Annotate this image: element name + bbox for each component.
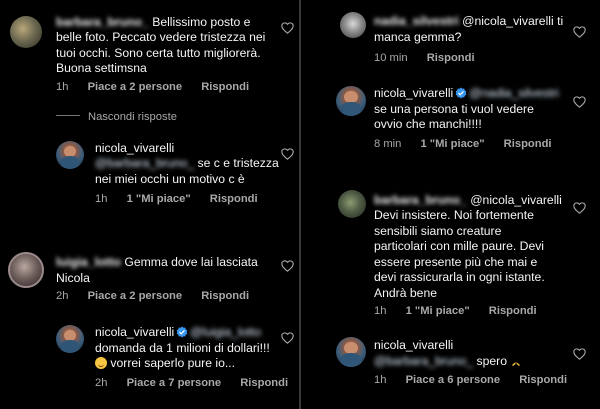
comment-time: 1h: [374, 305, 387, 317]
comment-text-line: sensibili siamo creature: [374, 224, 502, 238]
comment-text-line: @nicola_vivarelli ti: [462, 14, 564, 28]
comment-text-line: spero: [476, 354, 508, 368]
comment-text-line: Devi insistere. Noi fortemente: [374, 208, 534, 222]
reply-button[interactable]: Rispondi: [427, 52, 475, 64]
mention-link[interactable]: @luigia_lotto: [190, 325, 261, 339]
comment-text-line: manca gemma?: [374, 30, 462, 44]
comment-username[interactable]: luigia_lotto: [56, 255, 121, 269]
comment-text-line: se c e tristezza: [197, 156, 279, 170]
comment-meta: 2h Piace a 7 persone Rispondi: [95, 377, 304, 389]
heart-icon[interactable]: [281, 332, 294, 344]
comment-time: 1h: [374, 374, 387, 386]
verified-badge-icon: [176, 326, 188, 338]
comment-meta: 2h Piace a 2 persone Rispondi: [56, 290, 265, 302]
comment-meta: 1h Piace a 2 persone Rispondi: [56, 81, 265, 93]
comment-meta: 1h Piace a 6 persone Rispondi: [374, 374, 583, 386]
comment-meta: 1h 1 "Mi piace" Rispondi: [374, 305, 553, 317]
reply-button[interactable]: Rispondi: [489, 305, 537, 317]
comment-meta: 10 min Rispondi: [374, 52, 491, 64]
comment-text-line: Bellissimo posto e: [152, 15, 251, 29]
likes-count-button[interactable]: 1 "Mi piace": [420, 138, 484, 150]
likes-count-button[interactable]: 1 "Mi piace": [406, 305, 470, 317]
hide-replies-line: [56, 115, 80, 116]
likes-count-button[interactable]: Piace a 7 persone: [127, 377, 222, 389]
heart-icon[interactable]: [573, 96, 586, 108]
comment-text-line: devi rassicurarla in ogni istante.: [374, 270, 545, 284]
likes-count-button[interactable]: 1 "Mi piace": [127, 193, 191, 205]
comment-meta: 8 min 1 "Mi piace" Rispondi: [374, 138, 568, 150]
comment-time: 1h: [95, 193, 108, 205]
comment-time: 8 min: [374, 138, 402, 150]
avatar[interactable]: [340, 12, 366, 38]
avatar[interactable]: [336, 86, 366, 116]
mention-link[interactable]: @barbara_bruno_: [95, 156, 194, 170]
panel-divider: [299, 0, 301, 409]
comment-text-line: Nicola: [56, 271, 90, 285]
verified-badge-icon: [455, 87, 467, 99]
heart-icon[interactable]: [281, 260, 294, 272]
comment-text-line: Gemma dove lai lasciata: [124, 255, 258, 269]
smile-emoji: [95, 357, 107, 369]
comment-username[interactable]: nicola_vivarelli: [374, 86, 453, 100]
comment-text-line: particolari con mille paure. Devi: [374, 239, 545, 253]
mention-link[interactable]: @nadia_silvestri: [469, 86, 559, 100]
comment-text-line: nei miei occhi un motivo c è: [95, 172, 245, 186]
heart-icon[interactable]: [573, 348, 586, 360]
comment-time: 2h: [56, 290, 69, 302]
heart-icon[interactable]: [281, 148, 294, 160]
comment-time: 10 min: [374, 52, 408, 64]
heart-icon[interactable]: [281, 22, 294, 34]
comment-username[interactable]: nicola_vivarelli: [374, 338, 453, 354]
comment-text-line: Andrà bene: [374, 286, 438, 300]
avatar[interactable]: [56, 141, 84, 169]
comment-time: 2h: [95, 377, 108, 389]
reply-button[interactable]: Rispondi: [240, 377, 288, 389]
avatar[interactable]: [338, 190, 366, 218]
comment-text-line: ovvio che manchi!!!!: [374, 117, 482, 131]
likes-count-button[interactable]: Piace a 2 persone: [88, 290, 183, 302]
avatar[interactable]: [10, 16, 42, 48]
comment-text-line: belle foto. Peccato vedere tristezza nei: [56, 30, 266, 44]
mention-link[interactable]: @barbara_bruno_: [374, 354, 473, 368]
comment-text-line: @nicola_vivarelli: [470, 193, 562, 207]
reply-button[interactable]: Rispondi: [504, 138, 552, 150]
comment-username[interactable]: nadia_silvestri: [374, 14, 459, 28]
avatar[interactable]: [56, 325, 84, 353]
comment-text-line: essere presente più che mai e: [374, 255, 538, 269]
heart-icon[interactable]: [573, 202, 586, 214]
comment-text-line: domanda da 1 milioni di dollari!!!: [95, 341, 270, 355]
likes-count-button[interactable]: Piace a 6 persone: [406, 374, 501, 386]
praying-hands-emoji: [512, 356, 521, 366]
comment-username[interactable]: nicola_vivarelli: [95, 325, 174, 339]
reply-button[interactable]: Rispondi: [201, 290, 249, 302]
comment-text-line: se una persona ti vuol vedere: [374, 102, 534, 116]
avatar[interactable]: [8, 252, 44, 288]
heart-icon[interactable]: [573, 26, 586, 38]
reply-button[interactable]: Rispondi: [201, 81, 249, 93]
comment-username[interactable]: barbara_bruno_: [56, 15, 149, 29]
avatar[interactable]: [336, 337, 366, 367]
comment-text-line: vorrei saperlo pure io...: [110, 356, 236, 370]
comment-text-line: tuoi occhi. Sono certa tutto migliorerà.: [56, 46, 261, 60]
comment-meta: 1h 1 "Mi piace" Rispondi: [95, 193, 274, 205]
likes-count-button[interactable]: Piace a 2 persone: [88, 81, 183, 93]
reply-button[interactable]: Rispondi: [519, 374, 567, 386]
hide-replies-button[interactable]: Nascondi risposte: [56, 111, 177, 123]
reply-button[interactable]: Rispondi: [210, 193, 258, 205]
comment-username[interactable]: nicola_vivarelli: [95, 141, 174, 157]
comment-time: 1h: [56, 81, 69, 93]
comment-text-line: Buona settimsna: [56, 61, 147, 75]
comment-username[interactable]: barbara_bruno_: [374, 193, 467, 207]
hide-replies-label: Nascondi risposte: [88, 111, 177, 123]
